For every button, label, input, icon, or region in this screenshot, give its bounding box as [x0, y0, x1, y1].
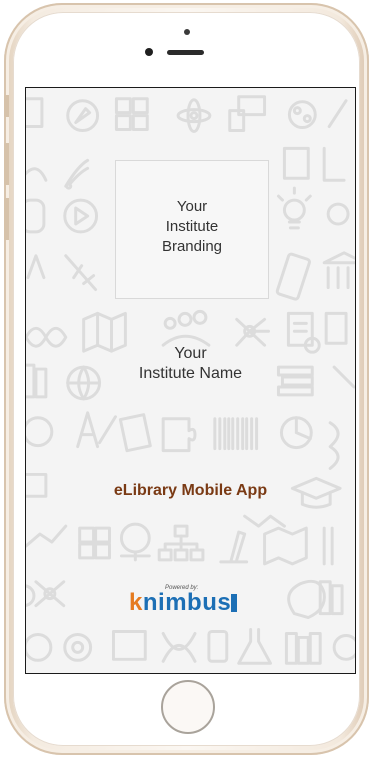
- atom-icon: [176, 98, 212, 134]
- volume-down-button: [4, 198, 9, 240]
- lightbulb-icon: [276, 186, 312, 230]
- gear-icon: [26, 632, 53, 662]
- calculator-icon: [114, 97, 149, 132]
- book-icon: [26, 97, 44, 129]
- microscope-icon: [287, 100, 317, 130]
- org-chart-icon: [157, 524, 205, 562]
- bank-icon: [322, 251, 355, 290]
- dna-icon: [328, 421, 340, 470]
- logo-k-letter: k: [129, 589, 143, 616]
- lock-icon: [322, 526, 334, 566]
- pen-icon: [327, 99, 348, 129]
- screen-icon-2: [111, 629, 147, 661]
- puzzle-icon: [161, 417, 197, 453]
- dna-icon-2: [161, 631, 197, 663]
- globe-stand-icon: [119, 522, 151, 562]
- notes-icon: [118, 413, 152, 453]
- front-camera: [145, 48, 153, 56]
- knimbus-logo: knimbus: [129, 589, 231, 617]
- phone-icon: [275, 252, 311, 301]
- app-title: eLibrary Mobile App: [113, 482, 268, 499]
- barcode-icon: [213, 417, 259, 451]
- head-icon: [26, 416, 54, 448]
- logo-word: nimbus: [142, 589, 232, 616]
- rss-icon: [64, 158, 90, 188]
- app-splash-screen: Your Institute Branding Your Institute N…: [25, 87, 356, 674]
- flask-icon: [237, 627, 273, 665]
- chart-icon: [26, 524, 68, 548]
- calculator-icon-2: [282, 146, 310, 180]
- volume-up-button: [4, 143, 9, 185]
- institute-branding-placeholder: Your Institute Branding: [115, 160, 269, 299]
- powered-by-logo: Powered by: knimbus: [129, 585, 254, 623]
- branding-placeholder-text: Your Institute Branding: [161, 198, 223, 255]
- handshake-icon: [243, 514, 286, 528]
- target-icon: [63, 632, 93, 662]
- institute-name-text: Your Institute Name: [138, 345, 243, 382]
- logo-tag: [231, 594, 237, 612]
- usb-icon: [64, 254, 98, 292]
- network-icon: [235, 317, 271, 347]
- pie-chart-icon: [279, 416, 313, 450]
- pencil-icon: [26, 254, 46, 280]
- books-icon-3: [284, 631, 322, 665]
- network-icon-2: [34, 580, 66, 608]
- home-button[interactable]: [161, 680, 215, 734]
- compass-icon: [66, 99, 100, 133]
- atom-icon-2: [332, 633, 355, 661]
- mute-switch: [4, 95, 9, 117]
- play-icon: [63, 198, 99, 234]
- cloud-icon: [26, 167, 48, 182]
- proximity-sensor: [184, 29, 190, 35]
- compass-ruler-icon: [76, 411, 117, 449]
- microscope-icon-2: [219, 530, 249, 564]
- grid-icon: [78, 526, 111, 560]
- people-icon: [161, 309, 211, 347]
- map-icon-2: [263, 526, 308, 566]
- earpiece-speaker: [167, 50, 204, 55]
- phone-icon-2: [207, 629, 229, 663]
- devices-icon: [228, 95, 267, 133]
